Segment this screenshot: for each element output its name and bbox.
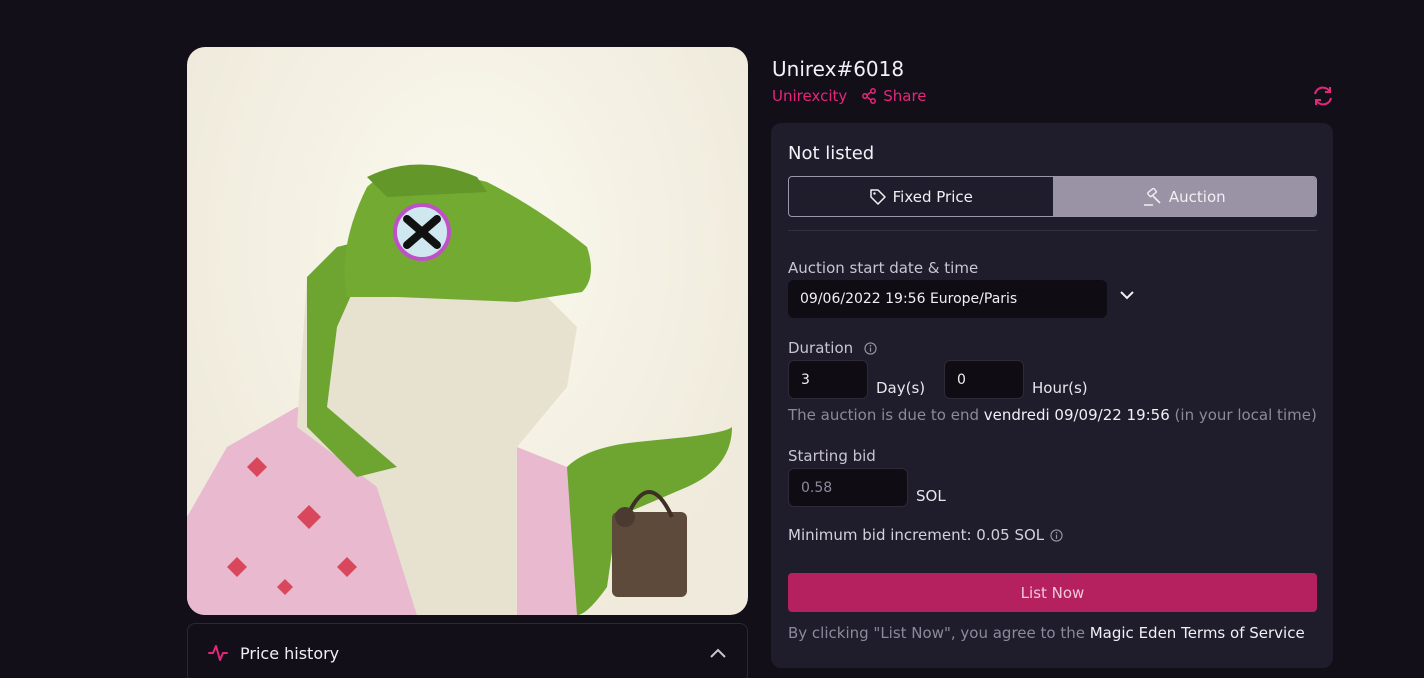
share-label: Share bbox=[883, 87, 927, 105]
starting-bid-label: Starting bid bbox=[788, 447, 876, 465]
activity-icon bbox=[208, 645, 228, 661]
tab-fixed-price[interactable]: Fixed Price bbox=[789, 177, 1053, 216]
listing-status: Not listed bbox=[788, 143, 875, 164]
end-note-prefix: The auction is due to end bbox=[788, 406, 984, 424]
price-history-toggle[interactable]: Price history bbox=[187, 623, 748, 678]
nft-image bbox=[187, 47, 748, 615]
list-now-button[interactable]: List Now bbox=[788, 573, 1317, 612]
auction-start-field[interactable]: 09/06/2022 19:56 Europe/Paris bbox=[788, 280, 1107, 318]
min-bid-increment: Minimum bid increment: 0.05 SOL bbox=[788, 526, 1063, 544]
end-note-suffix: (in your local time) bbox=[1169, 406, 1317, 424]
price-history-label: Price history bbox=[240, 643, 340, 663]
terms-of-service-link[interactable]: Magic Eden Terms of Service bbox=[1090, 624, 1305, 642]
duration-hours-value: 0 bbox=[957, 371, 966, 388]
duration-days-input[interactable]: 3 bbox=[788, 360, 868, 399]
tab-auction-label: Auction bbox=[1168, 187, 1226, 206]
nft-title: Unirex#6018 bbox=[772, 57, 905, 81]
min-bid-increment-text: Minimum bid increment: 0.05 SOL bbox=[788, 526, 1045, 544]
divider bbox=[788, 230, 1317, 231]
gavel-icon bbox=[1143, 187, 1161, 206]
chevron-down-icon[interactable] bbox=[1119, 289, 1135, 301]
starting-bid-input[interactable]: 0.58 bbox=[788, 468, 908, 507]
auction-start-value: 09/06/2022 19:56 Europe/Paris bbox=[800, 291, 1018, 307]
tab-auction[interactable]: Auction bbox=[1052, 177, 1316, 216]
duration-days-value: 3 bbox=[801, 371, 810, 388]
starting-bid-placeholder: 0.58 bbox=[801, 479, 833, 496]
info-icon bbox=[1050, 528, 1063, 542]
unirex-artwork bbox=[187, 164, 732, 615]
refresh-icon[interactable] bbox=[1311, 84, 1335, 108]
duration-hours-input[interactable]: 0 bbox=[944, 360, 1024, 399]
duration-hours-unit: Hour(s) bbox=[1032, 379, 1088, 397]
duration-days-unit: Day(s) bbox=[876, 379, 926, 397]
chevron-up-icon bbox=[710, 648, 726, 658]
share-icon bbox=[862, 88, 877, 104]
nft-subrow: Unirexcity Share bbox=[772, 87, 927, 105]
auction-end-note: The auction is due to end vendredi 09/09… bbox=[788, 406, 1317, 424]
listing-panel: Not listed Fixed Price Auction Auction s… bbox=[771, 123, 1333, 668]
starting-bid-unit: SOL bbox=[916, 487, 946, 505]
info-icon bbox=[864, 342, 877, 355]
share-button[interactable]: Share bbox=[861, 87, 927, 105]
duration-label-text: Duration bbox=[788, 339, 854, 357]
auction-start-label: Auction start date & time bbox=[788, 259, 979, 277]
terms-prefix: By clicking "List Now", you agree to the bbox=[788, 624, 1090, 642]
tag-icon bbox=[869, 188, 886, 205]
end-note-date: vendredi 09/09/22 19:56 bbox=[983, 406, 1170, 424]
collection-link[interactable]: Unirexcity bbox=[772, 87, 847, 105]
terms-note: By clicking "List Now", you agree to the… bbox=[788, 624, 1305, 642]
listing-type-toggle: Fixed Price Auction bbox=[788, 176, 1317, 217]
tab-fixed-price-label: Fixed Price bbox=[892, 187, 973, 206]
duration-label: Duration bbox=[788, 339, 877, 357]
